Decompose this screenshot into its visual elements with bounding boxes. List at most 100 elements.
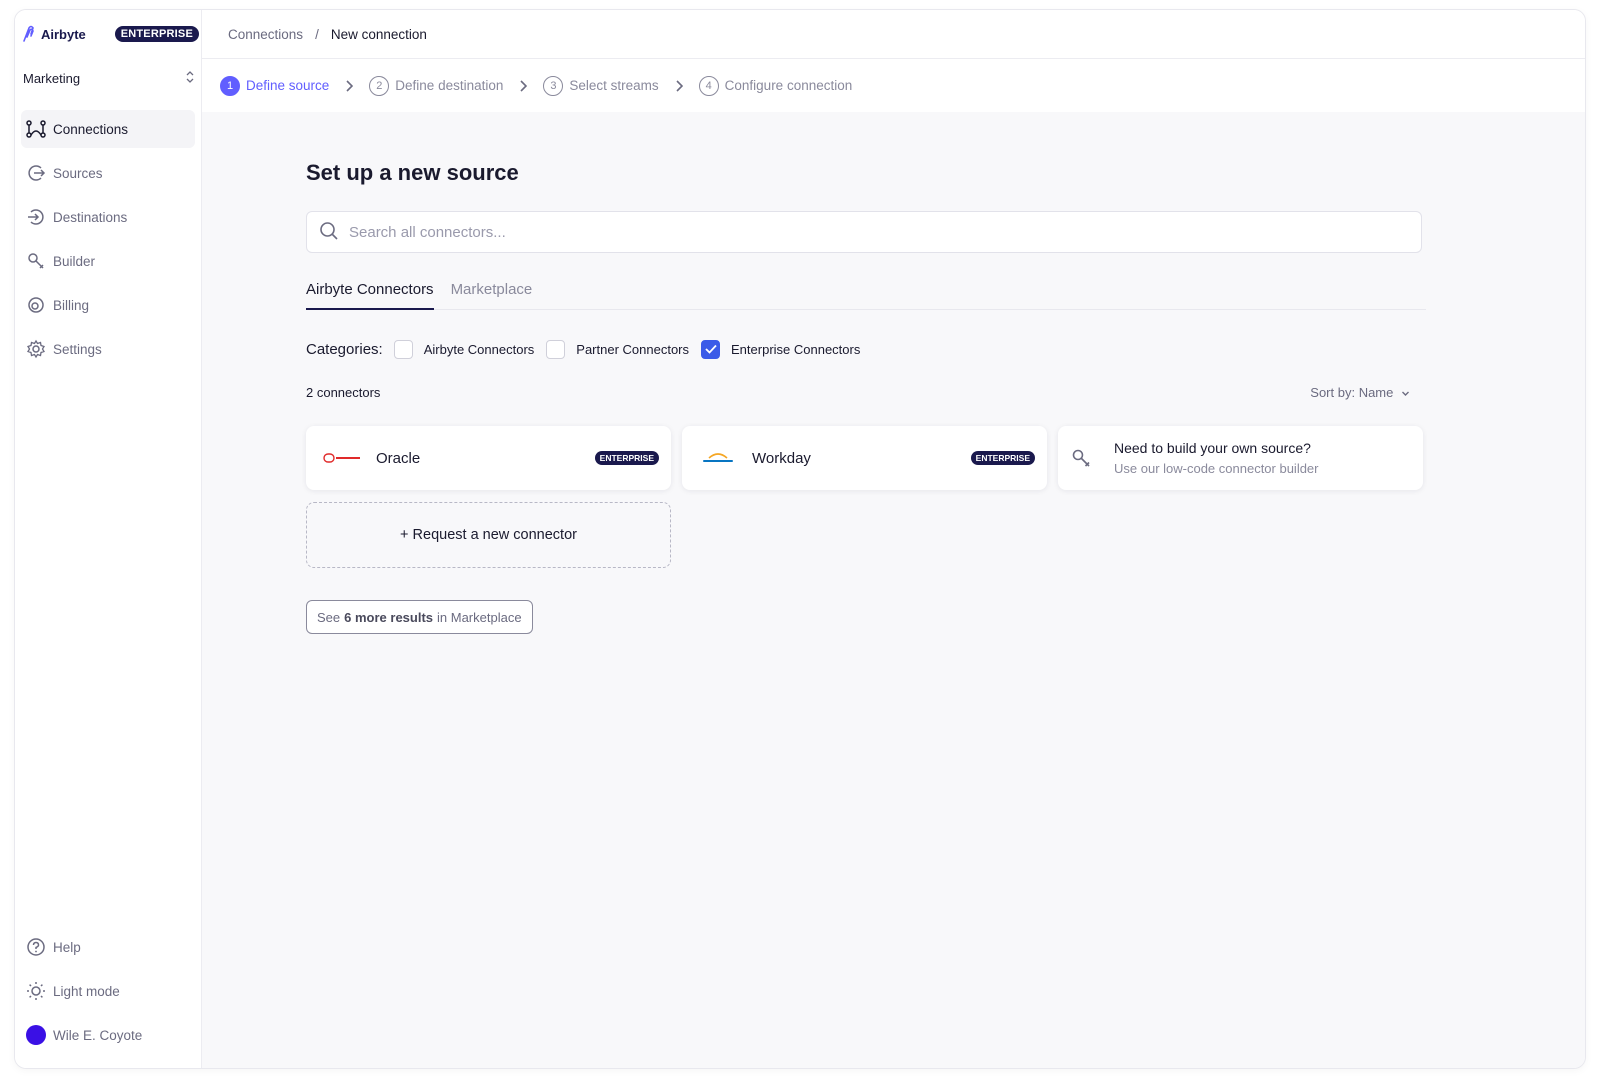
- sidebar-item-label: Connections: [53, 121, 129, 137]
- see-more-prefix: See: [317, 609, 341, 625]
- step-number: 1: [220, 75, 240, 96]
- step-select-streams: 3 Select streams: [543, 75, 659, 96]
- oracle-logo: [322, 448, 362, 468]
- checkbox-label: Enterprise Connectors: [731, 341, 861, 357]
- see-more-suffix: in Marketplace: [437, 609, 522, 625]
- see-more-count: 6 more results: [344, 609, 434, 625]
- builder-card-text: Need to build your own source? Use our l…: [1114, 440, 1319, 476]
- workday-logo: [698, 448, 738, 468]
- sources-icon: [25, 162, 47, 184]
- filter-enterprise-connectors[interactable]: Enterprise Connectors: [701, 339, 861, 359]
- check-icon: [704, 344, 717, 354]
- sidebar-item-label: Destinations: [53, 209, 128, 225]
- enterprise-badge: ENTERPRISE: [970, 451, 1035, 465]
- sidebar-item-sources[interactable]: Sources: [21, 154, 195, 192]
- filter-partner-connectors[interactable]: Partner Connectors: [546, 339, 690, 359]
- builder-card[interactable]: Need to build your own source? Use our l…: [1058, 426, 1423, 490]
- user-name: Wile E. Coyote: [53, 1027, 143, 1043]
- step-number: 3: [543, 75, 564, 96]
- connector-name: Workday: [752, 449, 811, 467]
- tab-marketplace[interactable]: Marketplace: [451, 281, 533, 310]
- sidebar-bottom: Help Light mode Wile E. Coyote: [21, 928, 195, 1060]
- airbyte-logo-icon: [23, 25, 34, 42]
- enterprise-badge: ENTERPRISE: [114, 26, 199, 42]
- filter-airbyte-connectors[interactable]: Airbyte Connectors: [393, 339, 535, 359]
- help-icon: [25, 936, 47, 958]
- sidebar-item-connections[interactable]: Connections: [21, 110, 195, 148]
- connector-name: Oracle: [376, 449, 421, 467]
- billing-icon: [25, 294, 47, 316]
- breadcrumb-separator: /: [315, 26, 319, 42]
- checkbox[interactable]: [546, 339, 566, 359]
- step-label: Select streams: [569, 78, 659, 93]
- tab-airbyte-connectors[interactable]: Airbyte Connectors: [306, 281, 434, 310]
- connection-steps: 1 Define source 2 Define destination 3 S…: [202, 59, 1585, 112]
- connector-card-workday[interactable]: Workday ENTERPRISE: [682, 426, 1047, 490]
- enterprise-badge: ENTERPRISE: [594, 451, 659, 465]
- builder-icon: [25, 250, 47, 272]
- workspace-name: Marketing: [23, 71, 81, 86]
- result-row: 2 connectors Sort by: Name: [306, 385, 1410, 400]
- step-define-source: 1 Define source: [220, 75, 330, 96]
- connector-tabs: Airbyte Connectors Marketplace: [306, 281, 1426, 310]
- sidebar-nav: Connections Sources Destinations Builder: [21, 110, 195, 374]
- step-label: Define destination: [395, 78, 504, 93]
- sidebar-item-builder[interactable]: Builder: [21, 242, 195, 280]
- brand-row: Airbyte ENTERPRISE: [21, 24, 199, 44]
- chevron-down-icon: [1402, 391, 1409, 396]
- connector-card-oracle[interactable]: Oracle ENTERPRISE: [306, 426, 671, 490]
- builder-icon: [1070, 448, 1092, 468]
- checkbox-checked[interactable]: [701, 339, 721, 359]
- categories-label: Categories:: [306, 340, 383, 358]
- sidebar-item-label: Help: [53, 939, 81, 955]
- sidebar-item-light-mode[interactable]: Light mode: [21, 972, 195, 1010]
- gear-icon: [25, 338, 47, 360]
- breadcrumb-connections-link[interactable]: Connections: [228, 27, 303, 42]
- brand-name: Airbyte: [41, 26, 86, 42]
- sidebar-item-billing[interactable]: Billing: [21, 286, 195, 324]
- step-number: 4: [698, 75, 719, 96]
- chevron-right-icon: [519, 79, 528, 92]
- sort-label: Sort by: Name: [1310, 385, 1394, 400]
- sidebar-item-help[interactable]: Help: [21, 928, 195, 966]
- breadcrumb-current: New connection: [330, 26, 427, 42]
- search-icon: [319, 221, 339, 244]
- main-panel: Set up a new source Airbyte Connectors M…: [202, 112, 1585, 1068]
- workspace-selector[interactable]: Marketing: [23, 70, 195, 87]
- step-configure-connection: 4 Configure connection: [698, 75, 853, 96]
- step-number: 2: [369, 75, 390, 96]
- request-connector-button[interactable]: + Request a new connector: [306, 502, 671, 568]
- search-box: [306, 211, 1422, 253]
- destinations-icon: [25, 206, 47, 228]
- result-count: 2 connectors: [306, 385, 381, 400]
- sidebar-item-label: Light mode: [53, 983, 120, 999]
- see-more-marketplace-button[interactable]: See 6 more results in Marketplace: [306, 600, 533, 634]
- chevron-right-icon: [675, 79, 683, 92]
- builder-card-subtitle: Use our low-code connector builder: [1114, 461, 1319, 476]
- app-window: Airbyte ENTERPRISE Marketing Connections…: [14, 9, 1586, 1069]
- chevron-right-icon: [345, 79, 354, 92]
- connections-icon: [25, 118, 47, 140]
- step-label: Define source: [246, 78, 330, 93]
- page-title: Set up a new source: [306, 160, 519, 185]
- connector-grid: Oracle ENTERPRISE Workday ENTERPRISE Nee…: [306, 426, 1426, 490]
- checkbox[interactable]: [393, 339, 413, 359]
- sidebar-item-label: Builder: [53, 253, 96, 269]
- checkbox-label: Airbyte Connectors: [423, 341, 535, 357]
- sidebar-item-label: Billing: [53, 297, 90, 313]
- sidebar-item-user[interactable]: Wile E. Coyote: [21, 1016, 195, 1054]
- sidebar-item-settings[interactable]: Settings: [21, 330, 195, 368]
- sort-dropdown[interactable]: Sort by: Name: [1310, 385, 1410, 400]
- builder-card-title: Need to build your own source?: [1114, 440, 1311, 456]
- category-filters: Categories: Airbyte Connectors Partner C…: [306, 338, 1426, 360]
- step-label: Configure connection: [724, 78, 853, 93]
- sun-icon: [25, 980, 47, 1002]
- sidebar-item-label: Settings: [53, 341, 102, 357]
- avatar: [26, 1025, 46, 1045]
- checkbox-label: Partner Connectors: [576, 341, 690, 357]
- chevron-updown-icon: [185, 70, 195, 87]
- search-input[interactable]: [349, 223, 1349, 241]
- sidebar-item-label: Sources: [53, 165, 103, 181]
- breadcrumb: Connections / New connection: [202, 10, 1585, 59]
- sidebar-item-destinations[interactable]: Destinations: [21, 198, 195, 236]
